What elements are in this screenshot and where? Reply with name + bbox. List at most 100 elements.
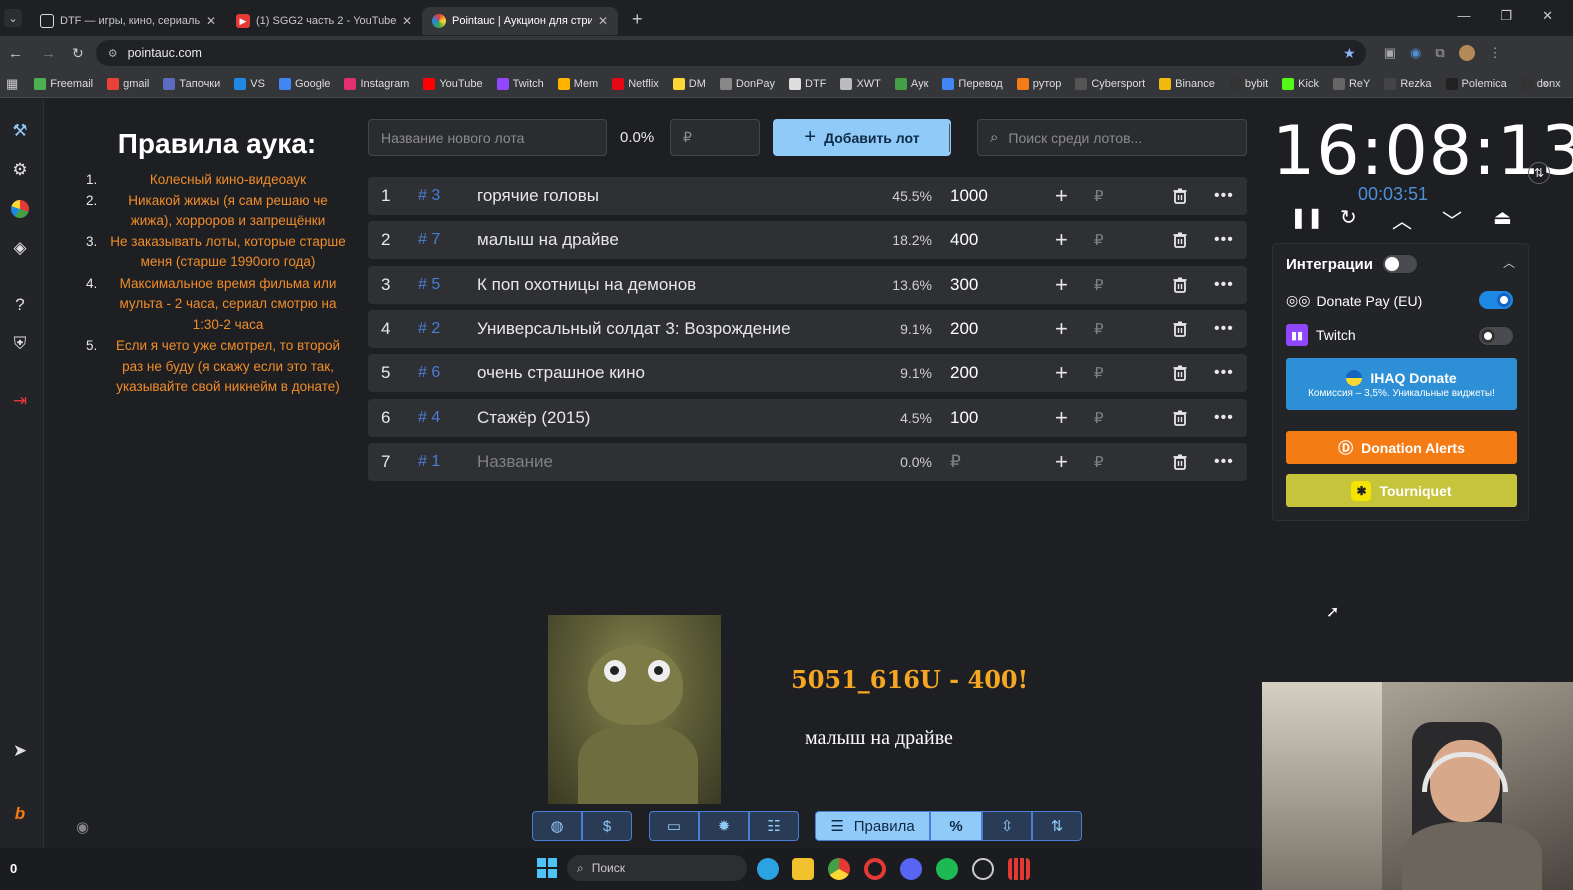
profile-avatar[interactable] <box>1458 45 1475 61</box>
trash-icon[interactable] <box>1171 453 1189 471</box>
more-options-icon[interactable]: ••• <box>1214 409 1234 427</box>
lot-amount[interactable]: ₽ <box>950 452 961 472</box>
shield-icon[interactable]: ⛨ <box>8 332 32 356</box>
telegram-app-icon[interactable] <box>757 858 779 880</box>
reload-icon[interactable]: ↻ <box>72 45 84 62</box>
more-options-icon[interactable]: ••• <box>1214 320 1234 338</box>
auction-hammer-icon[interactable]: ⚒ <box>8 119 32 143</box>
layers-icon[interactable]: ◈ <box>8 236 32 260</box>
bookmark-item[interactable]: Mem <box>557 77 598 90</box>
bookmark-item[interactable]: bybit <box>1228 77 1268 90</box>
forward-icon[interactable]: → <box>41 45 56 62</box>
bookmark-item[interactable]: VS <box>234 77 265 90</box>
extension-icon[interactable]: ▣ <box>1384 45 1396 61</box>
eye-icon[interactable]: ◉ <box>76 818 89 836</box>
bookmark-item[interactable]: Google <box>278 77 330 90</box>
lot-amount[interactable]: 200 <box>950 363 978 383</box>
add-amount-icon[interactable]: + <box>1055 360 1068 386</box>
bookmark-item[interactable]: Instagram <box>344 77 409 90</box>
lot-name[interactable]: Стажёр (2015) <box>477 408 590 428</box>
opera-icon[interactable] <box>864 858 886 880</box>
add-amount-input[interactable]: ₽ <box>1094 364 1104 382</box>
bookmark-item[interactable]: Тапочки <box>163 77 220 90</box>
collapse-icon[interactable]: ︿ <box>1503 254 1515 271</box>
chevron-down-icon[interactable]: ﹀ <box>1442 205 1462 234</box>
restart-icon[interactable]: ↻ <box>1340 205 1357 230</box>
more-options-icon[interactable]: ••• <box>1214 453 1234 471</box>
close-icon[interactable]: ✕ <box>206 14 216 28</box>
lot-amount[interactable]: 400 <box>950 230 978 250</box>
trash-icon[interactable] <box>1171 187 1189 205</box>
windows-start-icon[interactable] <box>537 858 557 878</box>
trash-icon[interactable] <box>1171 320 1189 338</box>
integrations-toggle[interactable] <box>1383 255 1417 273</box>
trash-icon[interactable] <box>1171 364 1189 382</box>
more-bookmarks-icon[interactable]: » <box>1543 78 1549 90</box>
discord-icon[interactable] <box>900 858 922 880</box>
ihaq-donate-button[interactable]: IHAQ Donate Комиссия – 3,5%. Уникальные … <box>1286 358 1517 410</box>
bookmark-item[interactable]: Binance <box>1159 77 1215 90</box>
bug-icon[interactable]: ✹ <box>699 811 749 841</box>
chevron-up-icon[interactable]: ︿ <box>1392 205 1412 234</box>
add-amount-input[interactable]: ₽ <box>1094 453 1104 471</box>
add-amount-icon[interactable]: + <box>1055 183 1068 209</box>
bookmark-item[interactable]: XWT <box>840 77 881 90</box>
trash-icon[interactable] <box>1171 231 1189 249</box>
add-amount-input[interactable]: ₽ <box>1094 187 1104 205</box>
lot-amount[interactable]: 200 <box>950 319 978 339</box>
bookmark-item[interactable]: Rezka <box>1384 77 1432 90</box>
bookmark-item[interactable]: gmail <box>107 77 149 90</box>
spotify-icon[interactable] <box>936 858 958 880</box>
url-field[interactable]: ⚙ pointauc.com ★ <box>95 40 1366 66</box>
pause-icon[interactable]: ❚❚ <box>1290 205 1324 230</box>
bookmark-item[interactable]: Twitch <box>496 77 544 90</box>
restore-icon[interactable]: ❐ <box>1500 8 1512 24</box>
add-amount-icon[interactable]: + <box>1055 316 1068 342</box>
swap-icon[interactable]: ⇅ <box>1528 162 1550 184</box>
add-amount-icon[interactable]: + <box>1055 405 1068 431</box>
donate-dollar-button[interactable]: $ <box>582 811 632 841</box>
close-icon[interactable]: ✕ <box>598 14 608 28</box>
obs-icon[interactable] <box>972 858 994 880</box>
telegram-icon[interactable]: ➤ <box>8 739 32 763</box>
app-red-icon[interactable] <box>1008 858 1030 880</box>
lot-name[interactable]: горячие головы <box>477 186 599 206</box>
boosty-icon[interactable]: b <box>8 802 32 826</box>
lot-search-input[interactable]: ⌕ Поиск среди лотов... <box>977 119 1247 156</box>
bookmark-item[interactable]: Cybersport <box>1075 77 1145 90</box>
bookmark-item[interactable]: Аук <box>894 77 928 90</box>
bookmark-item[interactable]: Netflix <box>612 77 659 90</box>
more-options-icon[interactable]: ••• <box>1214 364 1234 382</box>
trash-icon[interactable] <box>1171 409 1189 427</box>
add-amount-icon[interactable]: + <box>1055 449 1068 475</box>
trash-icon[interactable] <box>1171 276 1189 294</box>
tab-pointauc[interactable]: Pointauc | Аукцион для стриме ✕ <box>422 7 618 35</box>
add-amount-icon[interactable]: + <box>1055 227 1068 253</box>
add-amount-input[interactable]: ₽ <box>1094 409 1104 427</box>
lot-amount[interactable]: 1000 <box>950 186 988 206</box>
new-tab-icon[interactable]: + <box>632 9 643 30</box>
rules-button[interactable]: ☰ Правила <box>815 811 930 841</box>
new-lot-amount-input[interactable]: ₽ <box>670 119 760 156</box>
bookmark-item[interactable]: DonPay <box>719 77 775 90</box>
bookmark-item[interactable]: YouTube <box>423 77 483 90</box>
window-close-icon[interactable]: ✕ <box>1542 8 1553 24</box>
bookmark-item[interactable]: Kick <box>1282 77 1319 90</box>
add-lot-button[interactable]: + Добавить лот <box>773 119 951 156</box>
gear-icon[interactable]: ⚙ <box>8 158 32 182</box>
donation-alerts-button[interactable]: Ⓓ Donation Alerts <box>1286 431 1517 464</box>
pie-chart-icon[interactable] <box>8 197 32 221</box>
bookmark-item[interactable]: Freemail <box>34 77 93 90</box>
more-options-icon[interactable]: ••• <box>1214 231 1234 249</box>
add-amount-input[interactable]: ₽ <box>1094 320 1104 338</box>
minimize-icon[interactable]: — <box>1457 8 1470 24</box>
extension-blue-icon[interactable]: ◉ <box>1410 45 1421 61</box>
new-lot-input[interactable]: Название нового лота <box>368 119 607 156</box>
bookmark-star-icon[interactable]: ★ <box>1343 45 1356 62</box>
percent-toggle-button[interactable]: % <box>930 811 982 841</box>
bookmark-item[interactable]: donx <box>1520 77 1561 90</box>
github-icon[interactable]: ◍ <box>532 811 582 841</box>
donatepay-toggle[interactable] <box>1479 291 1513 309</box>
logout-icon[interactable]: ⇥ <box>8 389 32 413</box>
site-info-icon[interactable]: ⚙ <box>108 47 118 60</box>
